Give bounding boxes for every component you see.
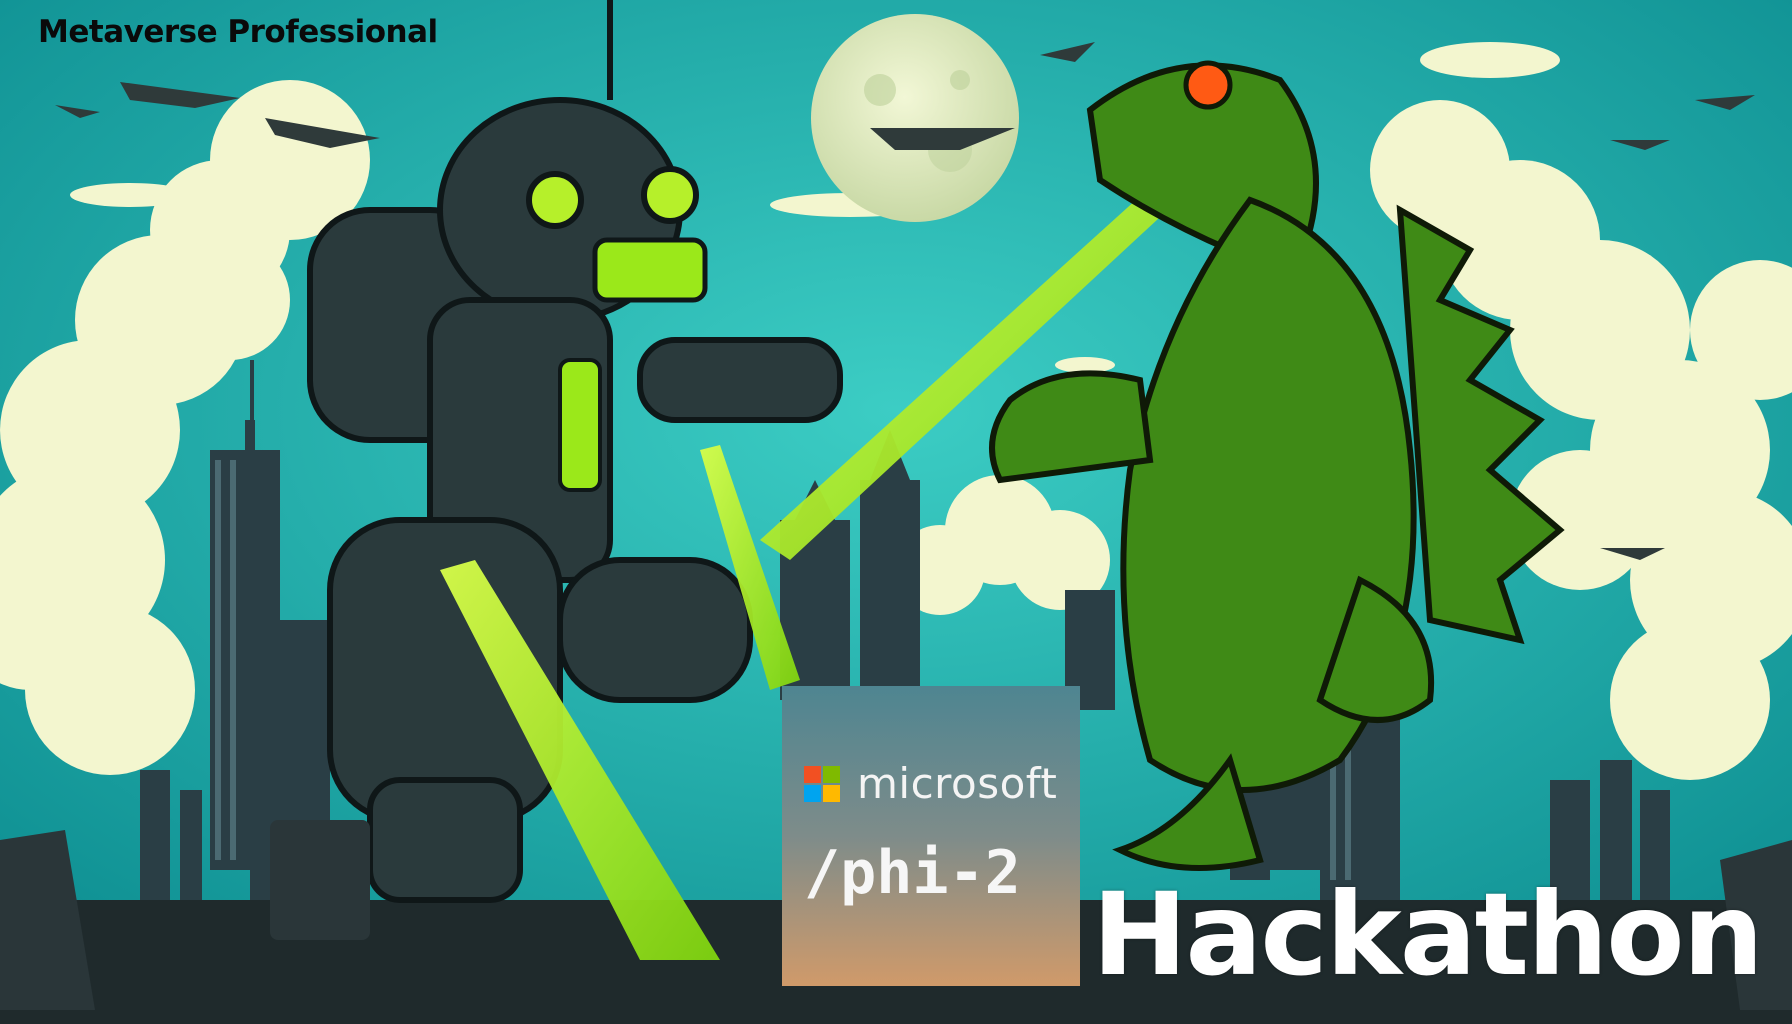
monster-eye [1183, 60, 1233, 110]
page-title: Metaverse Professional [38, 14, 438, 50]
microsoft-logo: microsoft [804, 763, 1057, 805]
model-name: /phi-2 [804, 838, 1021, 908]
brand-word: microsoft [857, 759, 1058, 808]
moon [811, 14, 1019, 222]
model-logo-card: microsoft /phi-2 [782, 686, 1080, 986]
event-title: Hackathon [1092, 868, 1764, 1001]
microsoft-windows-icon [804, 766, 840, 802]
